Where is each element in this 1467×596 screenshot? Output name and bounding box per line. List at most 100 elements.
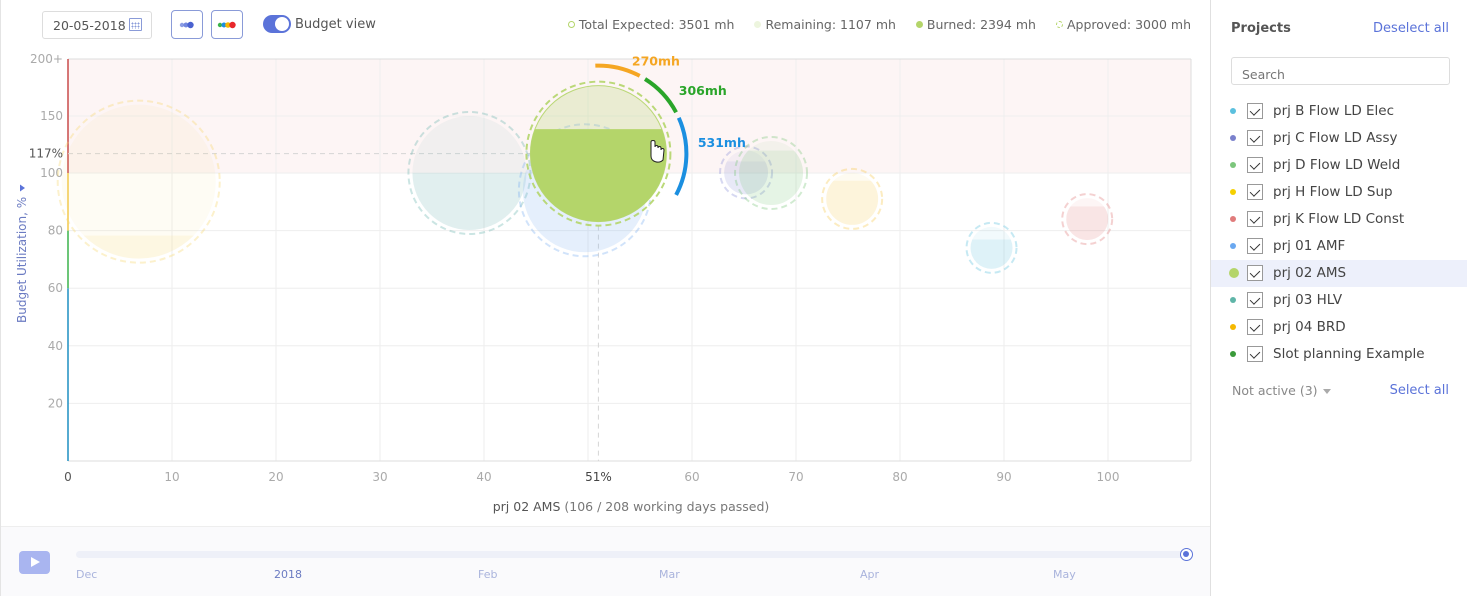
project-checkbox[interactable] <box>1247 292 1263 308</box>
project-label: prj H Flow LD Sup <box>1273 184 1393 200</box>
project-label: prj 02 AMS <box>1273 265 1347 281</box>
bubble-burned <box>1066 206 1109 241</box>
budget-view-toggle[interactable] <box>263 15 291 33</box>
project-color-dot-icon <box>1230 297 1236 303</box>
mono-bubbles-button[interactable] <box>171 10 203 39</box>
highlight-x-label: 51% <box>585 470 612 484</box>
chart-legend: Total Expected: 3501 mh Remaining: 1107 … <box>567 17 1191 32</box>
project-label: prj B Flow LD Elec <box>1273 103 1395 119</box>
legend-remaining: Remaining: 1107 mh <box>754 17 896 32</box>
project-item[interactable]: prj C Flow LD Assy <box>1211 125 1467 152</box>
project-label: prj 03 HLV <box>1273 292 1343 308</box>
bubbles-mono-icon <box>179 21 194 28</box>
x-tick-label: 30 <box>372 470 387 484</box>
x-tick-label: 80 <box>892 470 907 484</box>
project-item[interactable]: prj K Flow LD Const <box>1211 206 1467 233</box>
project-color-dot-icon <box>1230 216 1236 222</box>
project-checkbox[interactable] <box>1247 184 1263 200</box>
project-label: Slot planning Example <box>1273 346 1425 362</box>
y-tick-label: 200+ <box>30 52 63 66</box>
x-tick-label: 0 <box>64 470 72 484</box>
y-tick-label: 100 <box>40 166 63 180</box>
y-axis-dropdown-icon[interactable] <box>20 184 25 192</box>
bubble-burned <box>970 239 1013 269</box>
dot-icon <box>754 21 762 28</box>
project-checkbox[interactable] <box>1247 346 1263 362</box>
timeline-label: Feb <box>478 568 498 581</box>
project-label: prj K Flow LD Const <box>1273 211 1405 227</box>
project-item[interactable]: prj H Flow LD Sup <box>1211 179 1467 206</box>
timeline-handle[interactable] <box>1180 548 1193 561</box>
project-color-dot-icon <box>1230 135 1236 141</box>
timeline: Dec 2018 Feb Mar Apr May <box>1 526 1211 596</box>
color-bubbles-button[interactable] <box>211 10 243 39</box>
chart-panel: 20-05-2018 Budget view Total Expected: 3… <box>0 0 1211 596</box>
y-tick-label: 80 <box>48 224 63 238</box>
x-tick-label: 70 <box>788 470 803 484</box>
project-item[interactable]: prj 03 HLV <box>1211 287 1467 314</box>
x-caption-detail: (106 / 208 working days passed) <box>564 499 770 514</box>
project-checkbox[interactable] <box>1247 103 1263 119</box>
project-item[interactable]: prj 01 AMF <box>1211 233 1467 260</box>
project-label: prj D Flow LD Weld <box>1273 157 1401 173</box>
project-color-dot-icon <box>1230 108 1236 114</box>
y-tick-label: 20 <box>48 396 63 410</box>
project-label: prj 04 BRD <box>1273 319 1346 335</box>
y-tick-label: 60 <box>48 281 63 295</box>
not-active-dropdown[interactable]: Not active (3) <box>1232 383 1331 398</box>
bubble-chart: 20 40 60 80 100 150 200+ 0 10 20 30 40 60 70 80 90 100 Bu… <box>15 52 1192 484</box>
y-tick-label: 150 <box>40 109 63 123</box>
project-checkbox[interactable] <box>1247 211 1263 227</box>
dashed-ring-icon <box>1055 21 1063 28</box>
project-item[interactable]: prj B Flow LD Elec <box>1211 98 1467 125</box>
bubbles-color-icon <box>217 21 236 28</box>
legend-total-expected: Total Expected: 3501 mh <box>567 17 734 32</box>
projects-title: Projects <box>1231 21 1291 36</box>
timeline-label: May <box>1053 568 1076 581</box>
project-checkbox[interactable] <box>1247 238 1263 254</box>
project-item[interactable]: prj 02 AMS <box>1211 260 1467 287</box>
bubble[interactable] <box>821 167 884 230</box>
search-input[interactable] <box>1231 57 1450 85</box>
date-picker[interactable]: 20-05-2018 <box>42 11 152 39</box>
timeline-label: 2018 <box>274 568 302 581</box>
projects-sidebar: Projects Deselect all prj B Flow LD Elec… <box>1210 0 1467 596</box>
project-checkbox[interactable] <box>1247 265 1263 281</box>
x-axis-caption: prj 02 AMS (106 / 208 working days passe… <box>1 499 1261 514</box>
project-checkbox[interactable] <box>1247 157 1263 173</box>
date-value: 20-05-2018 <box>53 18 126 33</box>
legend-burned: Burned: 2394 mh <box>915 17 1036 32</box>
calendar-icon[interactable] <box>129 18 142 31</box>
project-color-dot-icon <box>1230 243 1236 249</box>
highlight-y-label: 117% <box>29 147 63 161</box>
x-tick-label: 100 <box>1097 470 1120 484</box>
project-color-dot-icon <box>1230 162 1236 168</box>
project-checkbox[interactable] <box>1247 130 1263 146</box>
timeline-label: Apr <box>860 568 880 581</box>
budget-view-label: Budget view <box>295 17 376 32</box>
x-tick-label: 10 <box>164 470 179 484</box>
project-color-dot-icon <box>1229 268 1239 278</box>
bubble[interactable] <box>1061 193 1114 246</box>
project-color-dot-icon <box>1230 189 1236 195</box>
project-item[interactable]: prj D Flow LD Weld <box>1211 152 1467 179</box>
select-all-link[interactable]: Select all <box>1390 383 1449 398</box>
x-tick-label: 90 <box>996 470 1011 484</box>
arc-label: 270mh <box>632 54 680 69</box>
dot-icon <box>915 21 923 28</box>
project-item[interactable]: prj 04 BRD <box>1211 314 1467 341</box>
timeline-label: Dec <box>76 568 98 581</box>
play-icon[interactable] <box>19 551 50 574</box>
x-tick-label: 60 <box>684 470 699 484</box>
deselect-all-link[interactable]: Deselect all <box>1373 21 1449 36</box>
project-item[interactable]: Slot planning Example <box>1211 341 1467 368</box>
ring-icon <box>567 21 575 28</box>
x-tick-label: 20 <box>268 470 283 484</box>
x-caption-project: prj 02 AMS <box>492 499 561 514</box>
arc-label: 306mh <box>679 83 727 98</box>
caret-down-icon <box>1322 389 1331 394</box>
timeline-track[interactable] <box>76 551 1188 558</box>
project-checkbox[interactable] <box>1247 319 1263 335</box>
y-axis-title[interactable]: Budget Utilization, % <box>15 197 29 323</box>
y-tick-label: 40 <box>48 339 63 353</box>
